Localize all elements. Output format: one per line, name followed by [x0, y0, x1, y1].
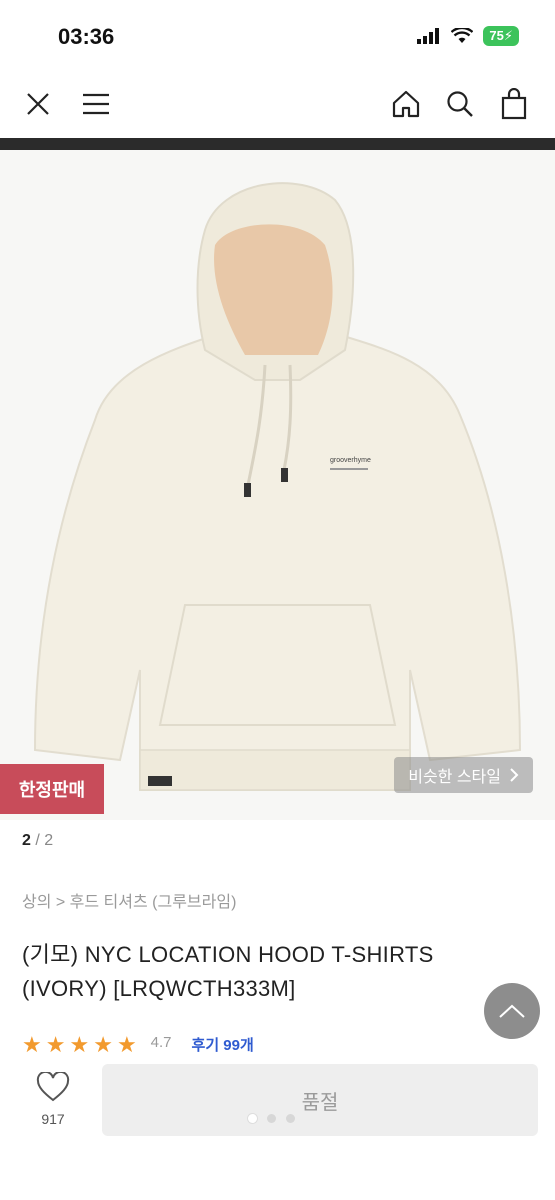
- breadcrumb[interactable]: 상의 > 후드 티셔츠 (그루브라임): [22, 888, 236, 912]
- scroll-top-button[interactable]: [484, 983, 540, 1039]
- soldout-button[interactable]: 품절: [102, 1064, 538, 1136]
- star-icon: ★: [93, 1034, 113, 1054]
- carousel-dot: [248, 1114, 257, 1123]
- like-button[interactable]: 917: [22, 1070, 84, 1127]
- rating-value: 4.7: [150, 1034, 172, 1051]
- page-current: 2: [22, 832, 31, 849]
- hoodie-illustration: grooverhyme: [33, 182, 522, 791]
- status-time: 03:36: [58, 24, 115, 49]
- battery-indicator: 75⚡: [483, 26, 519, 46]
- status-bar: 03:36 75⚡: [0, 0, 555, 70]
- top-nav: [0, 70, 555, 138]
- review-count-link[interactable]: 후기 99개: [192, 1034, 254, 1054]
- page-total: 2: [44, 832, 54, 849]
- star-icon: ★: [69, 1034, 90, 1054]
- limited-sale-badge: 한정판매: [0, 764, 104, 814]
- rating-row: ★ ★ ★ ★ ★ 4.7 후기 99개: [22, 1034, 254, 1054]
- close-icon: [27, 93, 49, 115]
- similar-style-button[interactable]: 비슷한 스타일: [394, 757, 533, 793]
- chevron-up-icon: [499, 1004, 525, 1018]
- product-title: (기모) NYC LOCATION HOOD T-SHIRTS (IVORY) …: [22, 942, 434, 1001]
- similar-style-label: 비슷한 스타일: [408, 769, 501, 786]
- image-page-indicator: 2 / 2: [22, 832, 54, 849]
- shopping-bag-icon: [501, 88, 527, 120]
- search-button[interactable]: [440, 84, 480, 124]
- chest-print-text: grooverhyme: [330, 457, 371, 464]
- carousel-dot: [286, 1114, 295, 1123]
- star-icon: ★: [116, 1034, 137, 1054]
- star-icon: ★: [45, 1034, 66, 1054]
- nav-divider: [0, 138, 555, 150]
- carousel-dot: [267, 1114, 276, 1123]
- menu-button[interactable]: [76, 84, 116, 124]
- status-icons: 75⚡: [417, 26, 519, 46]
- like-count: 917: [41, 1111, 65, 1127]
- close-button[interactable]: [18, 84, 58, 124]
- signal-icon: [417, 28, 440, 44]
- star-icon: ★: [22, 1034, 42, 1054]
- heart-icon: [36, 1070, 70, 1102]
- wifi-icon: [451, 28, 474, 43]
- product-image[interactable]: grooverhyme: [0, 150, 555, 820]
- menu-icon: [83, 93, 109, 115]
- home-icon: [392, 90, 420, 118]
- cart-button[interactable]: [494, 84, 534, 124]
- search-icon: [447, 91, 473, 117]
- chevron-right-icon: [510, 768, 519, 782]
- home-button[interactable]: [386, 84, 426, 124]
- carousel-dots: [248, 1114, 295, 1123]
